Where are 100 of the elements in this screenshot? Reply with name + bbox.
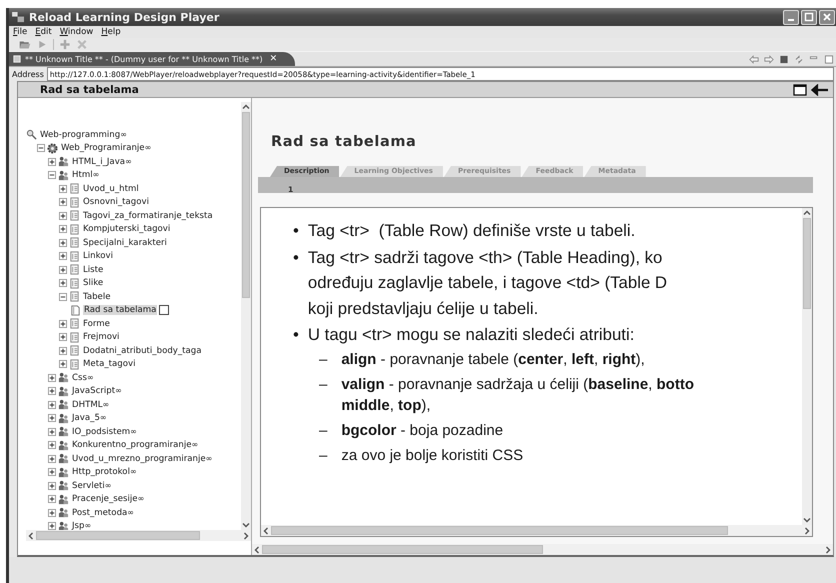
stop-icon[interactable]	[779, 55, 789, 64]
expand-icon[interactable]	[59, 252, 67, 260]
expand-icon[interactable]	[48, 482, 56, 490]
tree-item[interactable]: Specijalni_karakteri	[82, 238, 168, 248]
expand-icon[interactable]	[48, 428, 56, 436]
expand-icon[interactable]	[48, 387, 56, 396]
tree-item[interactable]: HTML_i_Java∞	[71, 156, 133, 167]
tree-item[interactable]: Uvod_u_mrezno_programiranje∞	[71, 454, 214, 464]
tree-item[interactable]: Uvod_u_html	[82, 184, 140, 194]
expand-icon[interactable]	[59, 279, 67, 288]
tree-item[interactable]: Osnovni_tagovi	[82, 197, 150, 208]
menu-item[interactable]: Edit	[35, 27, 52, 37]
expand-icon[interactable]	[48, 468, 56, 476]
tree-item[interactable]: Pracenje_sesije∞	[71, 494, 146, 504]
expand-icon[interactable]	[48, 495, 56, 504]
checkbox[interactable]	[159, 305, 170, 316]
expand-icon[interactable]	[48, 374, 56, 382]
left-arrow-icon[interactable]	[811, 84, 829, 96]
expand-icon[interactable]	[59, 198, 67, 206]
expand-icon[interactable]	[48, 158, 56, 166]
scroll-thumb[interactable]	[262, 545, 542, 554]
tree-item[interactable]: Http_protokol∞	[71, 467, 138, 478]
tree-item[interactable]: JavaScript∞	[71, 386, 123, 396]
tree-item[interactable]: Web-programming∞	[39, 130, 128, 140]
expand-icon[interactable]	[59, 266, 67, 274]
tree-item[interactable]: DHTML∞	[71, 400, 110, 410]
page-icon	[70, 304, 81, 316]
tree-item[interactable]: Slike	[82, 278, 104, 288]
tree-item[interactable]: Kompjuterski_tagovi	[82, 224, 172, 234]
expand-icon[interactable]	[59, 360, 67, 368]
tree-item[interactable]: Konkurentno_programiranje∞	[71, 440, 200, 450]
menu-item[interactable]: File	[13, 27, 28, 37]
editor-tab[interactable]: ** Unknown Title ** - (Dummy user for ** Unknown Title **) ✕	[9, 52, 296, 66]
scroll-thumb[interactable]	[803, 218, 811, 310]
menu-item[interactable]: Window	[60, 27, 94, 37]
expand-icon[interactable]	[48, 441, 56, 450]
tree-item[interactable]: Meta_tagovi	[82, 359, 136, 370]
people-icon	[58, 426, 69, 438]
expand-icon[interactable]	[48, 400, 56, 409]
scrollbar[interactable]	[241, 102, 251, 530]
document-icon	[69, 291, 80, 302]
tree-item[interactable]: Web_Programiranje∞	[60, 143, 152, 154]
refresh-icon[interactable]	[794, 55, 804, 64]
menu-item[interactable]: Help	[101, 27, 121, 37]
list-text: Tag <tr> sadrži tagove <th> (Table Heading), ko određuju zaglavlje tabele, i tagove <td> (Table D koji predstavljaju ćelije u tabeli.	[308, 246, 668, 320]
collapse-icon[interactable]	[37, 144, 45, 152]
scroll-thumb[interactable]	[242, 112, 250, 298]
collapse-icon[interactable]	[48, 171, 56, 180]
tree-item[interactable]: Liste	[82, 264, 104, 275]
tree-item[interactable]: Java_5∞	[71, 413, 108, 424]
scroll-thumb[interactable]	[271, 526, 728, 535]
tree-item[interactable]: Html∞	[71, 170, 100, 180]
scroll-right-icon[interactable]	[823, 544, 833, 554]
expand-icon[interactable]	[48, 454, 56, 463]
expand-icon[interactable]	[59, 184, 67, 193]
maximize-button[interactable]	[801, 10, 817, 24]
page-icon	[13, 55, 21, 63]
tree-item[interactable]: Frejmovi	[82, 332, 120, 342]
scroll-right-icon[interactable]	[241, 530, 251, 540]
close-button[interactable]	[819, 10, 835, 24]
tree-item[interactable]: Servleti∞	[71, 480, 112, 491]
tree-item[interactable]: Linkovi	[82, 251, 114, 262]
tree-item[interactable]: Forme	[82, 318, 111, 329]
expand-icon[interactable]	[48, 522, 56, 530]
expand-icon[interactable]	[59, 225, 67, 234]
expand-icon[interactable]	[48, 414, 56, 422]
expand-icon[interactable]	[59, 238, 67, 247]
tree-item[interactable]: Tagovi_za_formatiranje_teksta	[82, 210, 214, 221]
scrollbar[interactable]	[261, 525, 812, 536]
collapse-icon[interactable]	[59, 292, 67, 301]
scrollbar[interactable]	[252, 544, 833, 555]
expand-icon[interactable]	[48, 508, 56, 517]
expand-icon[interactable]	[59, 212, 67, 220]
scroll-thumb[interactable]	[36, 531, 200, 540]
open-folder-icon[interactable]	[19, 39, 31, 50]
tree-item[interactable]: Post_metoda∞	[71, 508, 135, 518]
tree-item[interactable]: Css∞	[71, 372, 95, 383]
document-icon	[69, 345, 80, 356]
minimize-button[interactable]	[783, 10, 799, 24]
expand-icon[interactable]	[59, 333, 67, 342]
expand-icon[interactable]	[59, 346, 67, 355]
document-icon	[69, 224, 80, 235]
tree-item[interactable]: Jsp∞	[71, 521, 92, 530]
list-text: Tag <tr> (Table Row) definiše vrste u tabeli.	[308, 220, 636, 242]
scrollbar[interactable]	[26, 530, 251, 541]
scroll-down-icon[interactable]	[802, 515, 812, 525]
tree-item[interactable]: Tabele	[82, 292, 112, 302]
expand-icon[interactable]	[59, 320, 67, 328]
tree-item[interactable]: IO_podsistem∞	[71, 426, 138, 437]
back-arrow-icon[interactable]	[749, 55, 759, 64]
scroll-left-icon[interactable]	[26, 530, 36, 540]
close-tab-button[interactable]: ✕	[270, 54, 278, 64]
tree-item[interactable]: Rad sa tabelama	[83, 305, 158, 316]
tree-item[interactable]: Dodatni_atributi_body_taga	[82, 346, 203, 356]
maximize-view-icon[interactable]	[793, 84, 807, 96]
scrollbar[interactable]	[802, 208, 812, 525]
scroll-down-icon[interactable]	[241, 520, 251, 530]
document-icon	[69, 318, 80, 330]
scroll-right-icon[interactable]	[802, 526, 812, 536]
forward-arrow-icon[interactable]	[764, 55, 774, 64]
